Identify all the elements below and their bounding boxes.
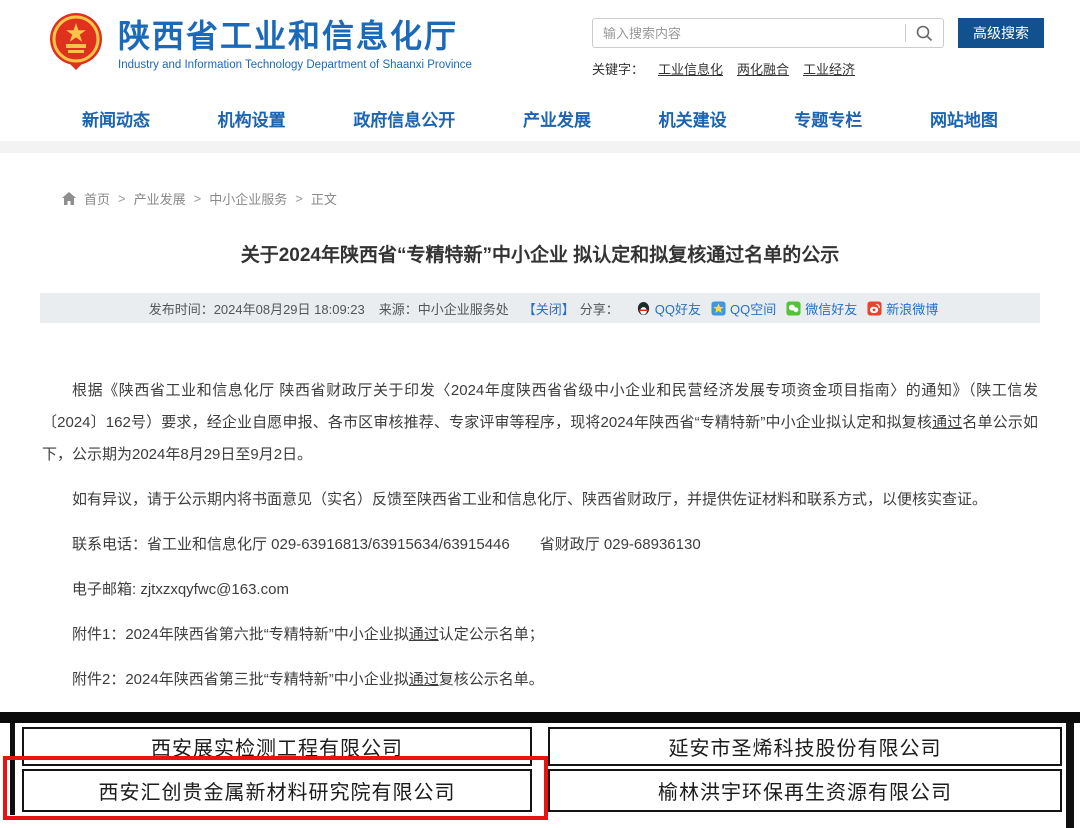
attachment-2-link[interactable]: 通过: [409, 671, 439, 688]
share-weibo[interactable]: 新浪微博: [867, 299, 938, 318]
search-area: 高级搜索 关键字： 工业信息化两化融合工业经济: [592, 10, 1044, 78]
nav-item-special[interactable]: 专题专栏: [794, 106, 862, 131]
share-qq-friend-label: QQ好友: [655, 299, 701, 318]
keyword-link[interactable]: 工业信息化: [658, 62, 723, 77]
nav-item-news[interactable]: 新闻动态: [82, 106, 150, 131]
divider: [0, 141, 1080, 153]
attachment-text: 附件2：2024年陕西省第三批“专精特新”中小企业拟: [72, 671, 409, 688]
paragraph-text: 根据《陕西省工业和信息化厅 陕西省财政厅关于印发〈2024年度陕西省省级中小企业…: [42, 382, 1038, 431]
paragraph-objection: 如有异议，请于公示期内将书面意见（实名）反馈至陕西省工业和信息化厅、陕西省财政厅…: [42, 484, 1038, 516]
logo-text: 陕西省工业和信息化厅 Industry and Information Tech…: [118, 16, 472, 71]
share-qzone[interactable]: QQ空间: [711, 299, 776, 318]
paragraph-email: 电子邮箱: zjtxzxqyfwc@163.com: [42, 574, 1038, 606]
site-header: 陕西省工业和信息化厅 Industry and Information Tech…: [0, 0, 1080, 95]
nav-item-gov-info[interactable]: 政府信息公开: [353, 106, 455, 131]
weibo-icon: [867, 301, 882, 316]
keywords-label: 关键字：: [592, 62, 644, 77]
attachment-2: 附件2：2024年陕西省第三批“专精特新”中小企业拟通过复核公示名单。: [42, 664, 1038, 696]
nav-item-agency[interactable]: 机关建设: [659, 106, 727, 131]
paragraph-basis: 根据《陕西省工业和信息化厅 陕西省财政厅关于印发〈2024年度陕西省省级中小企业…: [42, 375, 1038, 471]
attachment-text: 复核公示名单。: [439, 671, 544, 688]
attachment-1: 附件1：2024年陕西省第六批“专精特新”中小企业拟通过认定公示名单；: [42, 619, 1038, 651]
site-title: 陕西省工业和信息化厅: [118, 16, 472, 56]
share-wechat-label: 微信好友: [805, 299, 857, 318]
article-title: 关于2024年陕西省“专精特新”中小企业 拟认定和拟复核通过名单的公示: [0, 240, 1080, 267]
search-box: [592, 18, 944, 48]
nav-item-sitemap[interactable]: 网站地图: [930, 106, 998, 131]
share-label: 分享：: [580, 299, 619, 318]
breadcrumb-separator: >: [295, 191, 303, 206]
site-logo: 陕西省工业和信息化厅 Industry and Information Tech…: [46, 10, 472, 76]
breadcrumb-separator: >: [194, 191, 202, 206]
table-top-border: [0, 712, 1080, 723]
search-divider: [905, 24, 906, 42]
share-weibo-label: 新浪微博: [886, 299, 938, 318]
breadcrumb-current: 正文: [311, 189, 337, 208]
article-meta-bar: 发布时间：2024年08月29日 18:09:23 来源：中小企业服务处 【关闭…: [40, 293, 1040, 323]
site-subtitle: Industry and Information Technology Depa…: [118, 59, 472, 71]
keyword-link[interactable]: 工业经济: [803, 62, 855, 77]
company-table-image: 西安展实检测工程有限公司 延安市圣烯科技股份有限公司 西安汇创贵金属新材料研究院…: [0, 710, 1080, 828]
share-wechat[interactable]: 微信好友: [786, 299, 857, 318]
breadcrumb-home[interactable]: 首页: [84, 189, 110, 208]
qq-icon: [636, 301, 651, 316]
table-cell: 榆林洪宇环保再生资源有限公司: [548, 769, 1062, 812]
paragraph-phone: 联系电话：省工业和信息化厅 029-63916813/63915634/6391…: [42, 529, 1038, 561]
nav-item-organization[interactable]: 机构设置: [218, 106, 286, 131]
advanced-search-button[interactable]: 高级搜索: [958, 18, 1044, 48]
keyword-link[interactable]: 两化融合: [737, 62, 789, 77]
search-keywords: 关键字： 工业信息化两化融合工业经济: [592, 59, 1044, 78]
article-body: 根据《陕西省工业和信息化厅 陕西省财政厅关于印发〈2024年度陕西省省级中小企业…: [42, 375, 1038, 696]
publish-time: 发布时间：2024年08月29日 18:09:23: [149, 299, 365, 318]
attachment-text: 认定公示名单；: [439, 626, 544, 643]
nav-item-industry[interactable]: 产业发展: [523, 106, 591, 131]
breadcrumb: 首页 > 产业发展 > 中小企业服务 > 正文: [62, 189, 1080, 208]
table-cell: 西安展实检测工程有限公司: [22, 727, 532, 766]
wechat-icon: [786, 301, 801, 316]
qzone-icon: [711, 301, 726, 316]
main-nav: 新闻动态 机构设置 政府信息公开 产业发展 机关建设 专题专栏 网站地图: [0, 95, 1080, 141]
article-source: 来源：中小企业服务处: [379, 299, 509, 318]
close-button[interactable]: 【关闭】: [523, 299, 575, 318]
table-left-border: [10, 723, 15, 815]
table-cell-highlighted: 西安汇创贵金属新材料研究院有限公司: [22, 769, 532, 812]
breadcrumb-industry[interactable]: 产业发展: [134, 189, 186, 208]
breadcrumb-separator: >: [118, 191, 126, 206]
share-qzone-label: QQ空间: [730, 299, 776, 318]
home-icon[interactable]: [62, 192, 76, 205]
attachment-text: 附件1：2024年陕西省第六批“专精特新”中小企业拟: [72, 626, 409, 643]
table-cell: 延安市圣烯科技股份有限公司: [548, 727, 1062, 766]
table-right-border: [1066, 723, 1074, 828]
breadcrumb-sme-service[interactable]: 中小企业服务: [209, 189, 287, 208]
share-qq-friend[interactable]: QQ好友: [636, 299, 701, 318]
search-input[interactable]: [592, 18, 944, 48]
passed-link[interactable]: 通过: [932, 414, 962, 431]
national-emblem-icon: [46, 10, 106, 76]
search-icon[interactable]: [914, 23, 934, 43]
attachment-1-link[interactable]: 通过: [409, 626, 439, 643]
